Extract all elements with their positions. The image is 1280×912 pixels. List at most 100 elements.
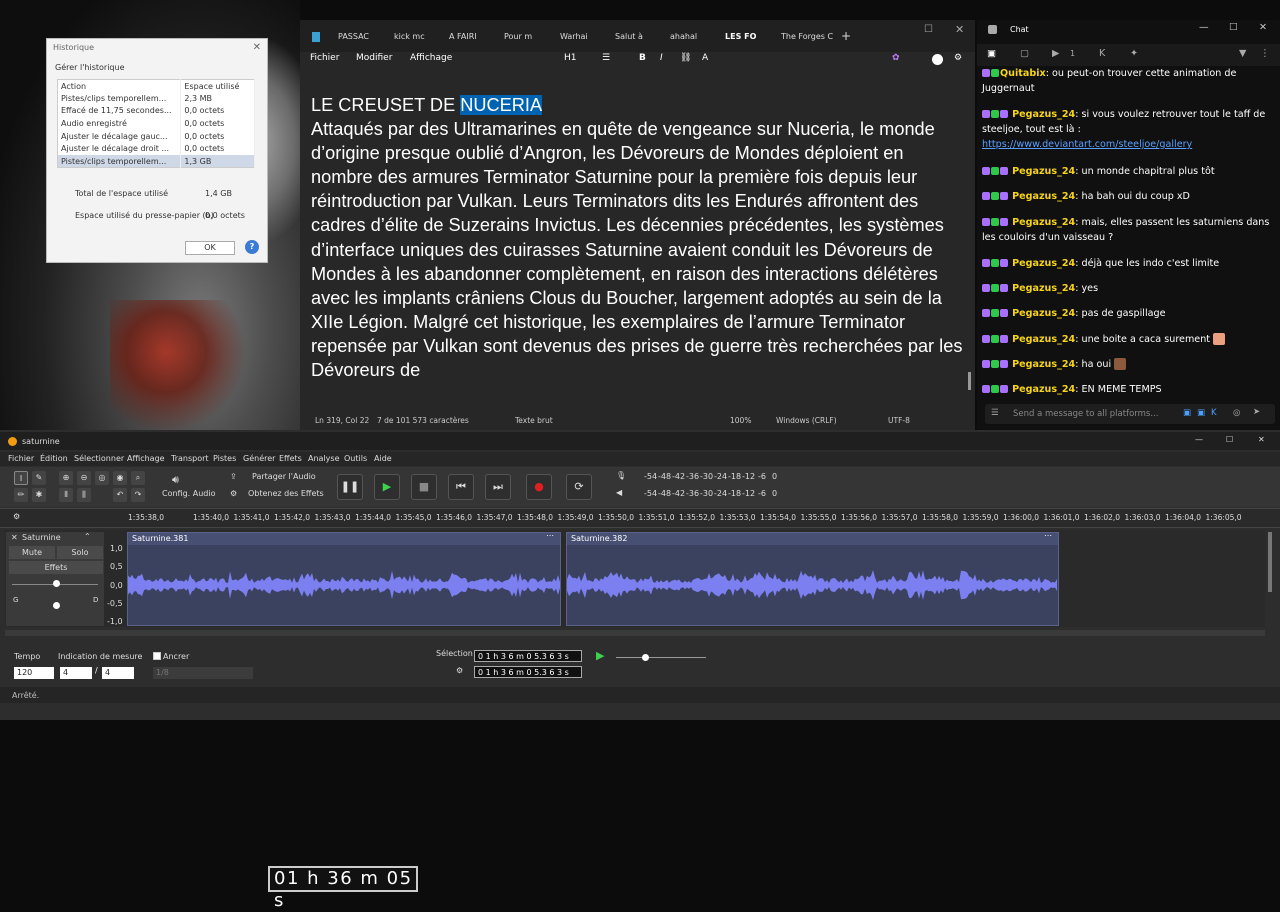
close-track-icon[interactable]: ✕ bbox=[11, 533, 18, 542]
table-row[interactable]: Ajuster le décalage droit ... 0,0 octets bbox=[57, 142, 255, 156]
close-icon[interactable]: ✕ bbox=[1258, 435, 1265, 444]
share-audio-button[interactable]: Partager l'Audio bbox=[252, 472, 316, 481]
multi-tool-icon[interactable]: ✱ bbox=[32, 488, 46, 502]
italic-button[interactable]: I bbox=[660, 53, 663, 63]
effects-icon[interactable]: ⚙ bbox=[230, 489, 237, 498]
timeline-settings-icon[interactable]: ⚙ bbox=[13, 512, 20, 521]
redo-icon[interactable]: ↷ bbox=[131, 488, 145, 502]
speed-thumb[interactable] bbox=[642, 654, 649, 661]
copilot-icon[interactable]: ✿ bbox=[892, 53, 900, 63]
filter-icon[interactable]: ▼ bbox=[1239, 48, 1246, 59]
more-icon[interactable]: ⋮ bbox=[1260, 48, 1270, 59]
fit-project-icon[interactable]: ◉ bbox=[113, 471, 127, 485]
kick-icon[interactable]: K bbox=[1099, 48, 1105, 59]
snap-checkbox[interactable] bbox=[153, 652, 161, 660]
gear-icon[interactable]: ⚙ bbox=[954, 53, 962, 63]
close-icon[interactable]: ✕ bbox=[253, 42, 261, 53]
list-icon[interactable]: ☰ bbox=[602, 53, 610, 63]
clip-title[interactable]: Saturnine.382 bbox=[567, 533, 1058, 545]
account-icon[interactable] bbox=[932, 54, 943, 65]
envelope-tool-icon[interactable]: ✎ bbox=[32, 471, 46, 485]
timeline-ruler[interactable]: ⚙ 1:35:38,0 1:35:40,0 1:35:41,0 1:35:42,0 1:… bbox=[0, 508, 1280, 528]
play-at-speed-icon[interactable]: ▶ bbox=[596, 649, 604, 662]
gain-thumb[interactable] bbox=[53, 580, 60, 587]
tab[interactable]: ahahal bbox=[670, 32, 697, 41]
table-row[interactable]: Effacé de 11,75 secondes... 0,0 octets bbox=[57, 104, 255, 118]
new-tab-icon[interactable]: + bbox=[841, 29, 851, 43]
maximize-icon[interactable]: ☐ bbox=[924, 24, 933, 35]
send-icon[interactable]: ➤ bbox=[1253, 407, 1260, 417]
tab[interactable]: A FAIRI bbox=[449, 32, 477, 41]
tab[interactable]: Pour m bbox=[504, 32, 532, 41]
table-row[interactable]: Pistes/clips temporellem... 2,3 MB bbox=[57, 92, 255, 105]
globe-icon[interactable]: ◎ bbox=[1233, 408, 1240, 418]
document-text[interactable]: LE CREUSET DE NUCERIA Attaqués par des U… bbox=[311, 93, 966, 382]
clip-menu-icon[interactable]: ⋯ bbox=[546, 531, 554, 540]
select-tool-icon[interactable]: I bbox=[14, 471, 28, 485]
menu-item[interactable]: Aide bbox=[374, 454, 392, 463]
link-icon[interactable]: ⛓ bbox=[680, 53, 691, 63]
menu-item[interactable]: Affichage bbox=[127, 454, 165, 463]
silence-icon[interactable]: ⫼ bbox=[77, 488, 91, 502]
table-row[interactable]: Ajuster le décalage gauc... 0,0 octets bbox=[57, 129, 255, 143]
zoom-in-icon[interactable]: ⊕ bbox=[59, 471, 73, 485]
table-row[interactable]: Audio enregistré 0,0 octets bbox=[57, 117, 255, 130]
fit-selection-icon[interactable]: ◎ bbox=[95, 471, 109, 485]
stop-button[interactable]: ■ bbox=[411, 474, 437, 500]
tab-active[interactable]: LES FO bbox=[725, 32, 756, 41]
selection-end[interactable]: 0 1 h 3 6 m 0 5.3 6 3 s bbox=[474, 666, 582, 678]
draw-tool-icon[interactable]: ✏ bbox=[14, 488, 28, 502]
help-icon[interactable]: ? bbox=[245, 240, 259, 254]
play-button[interactable]: ▶ bbox=[374, 474, 400, 500]
twitch-icon[interactable]: ▣ bbox=[1183, 408, 1191, 418]
menu-file[interactable]: Fichier bbox=[310, 53, 339, 63]
sig-numerator[interactable]: 4 bbox=[60, 667, 92, 679]
mute-button[interactable]: Mute bbox=[9, 546, 55, 559]
chat-icon[interactable]: ▣ bbox=[987, 48, 996, 59]
undo-icon[interactable]: ↶ bbox=[113, 488, 127, 502]
close-icon[interactable]: ✕ bbox=[955, 23, 964, 36]
share-icon[interactable]: ⇪ bbox=[230, 472, 237, 481]
heading-dropdown[interactable]: H1 bbox=[564, 53, 577, 63]
menu-edit[interactable]: Modifier bbox=[356, 53, 392, 63]
minimize-icon[interactable]: — bbox=[1199, 22, 1209, 33]
speaker-icon[interactable]: 🔊︎ bbox=[172, 473, 179, 487]
audio-setup-button[interactable]: Config. Audio bbox=[162, 489, 216, 498]
audio-clip[interactable]: Saturnine.381 ⋯ bbox=[127, 531, 561, 626]
close-icon[interactable]: ✕ bbox=[1259, 22, 1267, 33]
sparkle-icon[interactable]: ✦ bbox=[1130, 48, 1138, 59]
zoom-out-icon[interactable]: ⊖ bbox=[77, 471, 91, 485]
pan-thumb[interactable] bbox=[53, 602, 60, 609]
tab[interactable]: PASSAC bbox=[338, 32, 369, 41]
speed-slider[interactable] bbox=[616, 657, 706, 658]
level-meters[interactable]: 🎙︎ ◀︎ -54 -48 -42 -36 -30 -24 -18 -12 -6… bbox=[612, 470, 792, 504]
sig-denominator[interactable]: 4 bbox=[102, 667, 134, 679]
trim-icon[interactable]: ⫴ bbox=[59, 488, 73, 502]
horizontal-scrollbar[interactable] bbox=[5, 630, 1265, 636]
minimize-icon[interactable]: — bbox=[1195, 435, 1203, 444]
history-table[interactable]: Action Espace utilisé Pistes/clips tempor… bbox=[57, 79, 255, 169]
zoom-toggle-icon[interactable]: ⌕ bbox=[131, 471, 145, 485]
menu-item[interactable]: Générer bbox=[243, 454, 275, 463]
get-effects-button[interactable]: Obtenez des Effets bbox=[248, 489, 324, 498]
youtube-icon[interactable]: ▣ bbox=[1197, 408, 1205, 418]
selection-settings-icon[interactable]: ⚙ bbox=[456, 666, 463, 675]
chat-input[interactable]: ☰ Send a message to all platforms... ▣ ▣… bbox=[985, 404, 1275, 424]
track-name[interactable]: Saturnine bbox=[22, 533, 61, 542]
selection-start[interactable]: 0 1 h 3 6 m 0 5.3 6 3 s bbox=[474, 650, 582, 662]
pause-button[interactable]: ❚❚ bbox=[337, 474, 363, 500]
snap-select[interactable]: 1/8 bbox=[153, 667, 253, 679]
menu-item[interactable]: Édition bbox=[40, 454, 68, 463]
solo-button[interactable]: Solo bbox=[57, 546, 103, 559]
menu-view[interactable]: Affichage bbox=[410, 53, 452, 63]
maximize-icon[interactable]: ☐ bbox=[1229, 22, 1238, 33]
menu-item[interactable]: Fichier bbox=[8, 454, 34, 463]
tempo-input[interactable]: 120 bbox=[14, 667, 54, 679]
clip-menu-icon[interactable]: ⋯ bbox=[1044, 531, 1052, 540]
scrollbar[interactable] bbox=[968, 372, 971, 390]
gallery-link[interactable]: https://www.deviantart.com/steeljoe/gall… bbox=[982, 139, 1192, 150]
loop-button[interactable]: ⟳ bbox=[566, 474, 592, 500]
ok-button[interactable]: OK bbox=[185, 241, 235, 255]
maximize-icon[interactable]: ☐ bbox=[1226, 435, 1233, 444]
kick-icon[interactable]: K bbox=[1211, 408, 1217, 418]
